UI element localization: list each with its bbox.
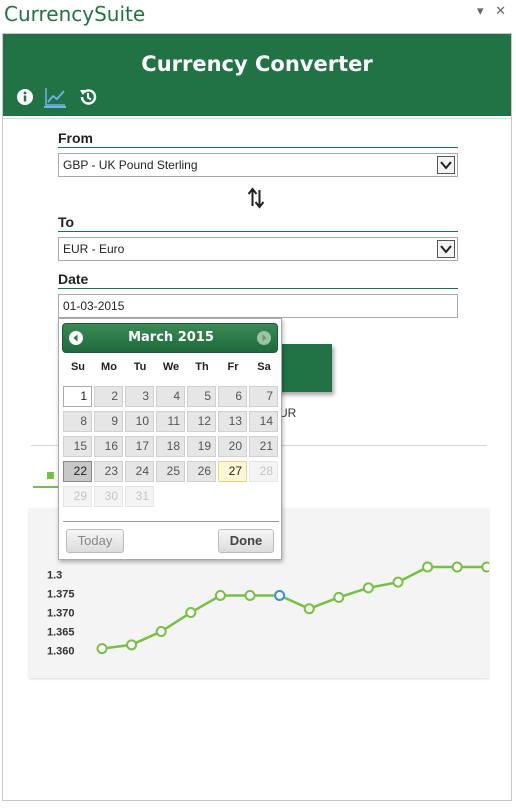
calendar-day[interactable]: 13 [218, 411, 247, 432]
task-pane: Currency Converter From GBP - UK Pound S… [2, 33, 512, 801]
window-controls[interactable]: ▾ ✕ [477, 3, 510, 19]
page-title: Currency Converter [141, 52, 373, 76]
calendar-day[interactable]: 8 [63, 411, 92, 432]
date-label: Date [58, 271, 89, 287]
datepicker-header: March 2015 [62, 323, 278, 353]
date-input[interactable]: 01-03-2015 [58, 294, 458, 318]
calendar-day[interactable]: 21 [249, 436, 278, 457]
calendar-day[interactable]: 9 [94, 411, 123, 432]
calendar-day[interactable]: 3 [125, 386, 154, 407]
calendar-day[interactable]: 23 [94, 461, 123, 482]
calendar-day[interactable]: 14 [249, 411, 278, 432]
prev-month-icon[interactable] [69, 331, 83, 345]
weekday-header: Mo [101, 361, 117, 373]
calendar-day[interactable]: 15 [63, 436, 92, 457]
history-icon[interactable] [77, 86, 99, 108]
calendar-day[interactable]: 5 [187, 386, 216, 407]
y-tick-label: 1.370 [47, 608, 75, 620]
weekday-header: Sa [257, 361, 271, 373]
from-currency-value: GBP - UK Pound Sterling [63, 158, 198, 172]
weekday-header: Th [195, 361, 209, 373]
calendar-day: 28 [249, 461, 278, 482]
data-point[interactable] [185, 607, 197, 619]
swap-vertical-icon[interactable] [247, 187, 265, 209]
from-underline [58, 147, 458, 148]
weekday-header: Fr [227, 361, 239, 373]
calendar-day[interactable]: 1 [63, 386, 92, 407]
data-point[interactable] [451, 561, 463, 573]
data-point[interactable] [392, 576, 404, 588]
y-tick-label: 1.365 [47, 627, 75, 639]
y-tick-label: 1.375 [47, 589, 75, 601]
weekday-header: Su [70, 361, 86, 373]
data-point[interactable] [155, 626, 167, 638]
calendar-day[interactable]: 18 [156, 436, 185, 457]
data-point[interactable] [214, 589, 226, 601]
data-point[interactable] [481, 561, 489, 573]
done-button[interactable]: Done [218, 529, 274, 553]
info-icon[interactable] [14, 86, 36, 108]
datepicker-separator [63, 521, 279, 522]
data-point[interactable] [362, 582, 374, 594]
data-point[interactable] [333, 591, 345, 603]
calendar-day[interactable]: 6 [218, 386, 247, 407]
calendar-day[interactable]: 11 [156, 411, 185, 432]
header-separator [3, 118, 511, 119]
calendar-day[interactable]: 25 [156, 461, 185, 482]
from-currency-select[interactable]: GBP - UK Pound Sterling [58, 153, 458, 177]
chart-icon[interactable] [44, 86, 66, 108]
chevron-down-icon[interactable] [437, 240, 455, 258]
data-point[interactable] [422, 561, 434, 573]
datepicker: March 2015 Su Mo Tu We Th Fr Sa 1 2 3 4 5 6 7 8 9 10 11 12… [58, 318, 282, 560]
calendar-day[interactable]: 22 [63, 461, 92, 482]
header: Currency Converter [3, 34, 511, 116]
calendar-day: 29 [63, 486, 92, 507]
series-marker-icon [47, 472, 54, 479]
to-underline [58, 231, 458, 232]
weekday-header: Tu [133, 361, 147, 373]
chevron-down-icon[interactable] [437, 156, 455, 174]
next-month-icon[interactable] [257, 331, 271, 345]
weekday-header: We [162, 361, 180, 373]
datepicker-month-title: March 2015 [128, 330, 214, 345]
calendar-day[interactable]: 12 [187, 411, 216, 432]
data-point[interactable] [303, 603, 315, 615]
calendar-day[interactable]: 24 [125, 461, 154, 482]
to-label: To [58, 214, 75, 230]
calendar-day[interactable]: 27 [218, 461, 247, 482]
calendar-day[interactable]: 10 [125, 411, 154, 432]
calendar-day[interactable]: 16 [94, 436, 123, 457]
y-tick-label: 1.360 [47, 646, 75, 658]
data-point[interactable] [96, 643, 108, 655]
from-label: From [58, 130, 93, 146]
calendar-day: 31 [125, 486, 154, 507]
today-button[interactable]: Today [66, 529, 124, 553]
calendar-day[interactable]: 20 [218, 436, 247, 457]
calendar-day: 30 [94, 486, 123, 507]
data-point[interactable] [126, 639, 138, 651]
calendar-day[interactable]: 19 [187, 436, 216, 457]
to-currency-select[interactable]: EUR - Euro [58, 237, 458, 261]
calendar-day[interactable]: 7 [249, 386, 278, 407]
calendar-day[interactable]: 17 [125, 436, 154, 457]
app-title: CurrencySuite [4, 2, 146, 26]
y-tick-label: 1.3 [47, 570, 62, 582]
calendar-day[interactable]: 26 [187, 461, 216, 482]
data-point[interactable] [274, 589, 286, 601]
calendar-day[interactable]: 2 [94, 386, 123, 407]
to-currency-value: EUR - Euro [63, 242, 125, 256]
calendar-day[interactable]: 4 [156, 386, 185, 407]
date-underline [58, 288, 458, 289]
data-point[interactable] [244, 589, 256, 601]
